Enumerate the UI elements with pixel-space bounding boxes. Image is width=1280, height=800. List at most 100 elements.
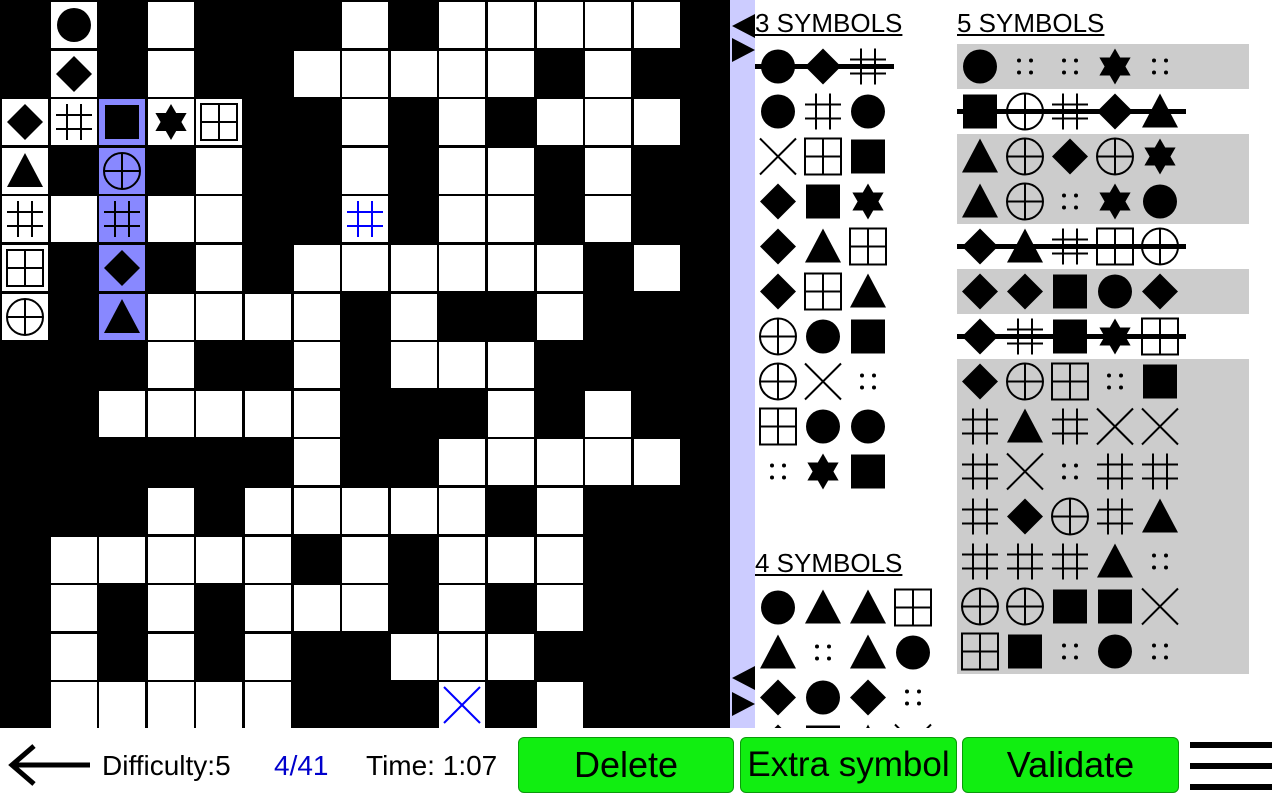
- word-entry[interactable]: [755, 404, 894, 449]
- board-cell[interactable]: [292, 389, 341, 438]
- board-cell[interactable]: [292, 244, 341, 292]
- board-cell[interactable]: [535, 292, 584, 341]
- board-cell[interactable]: [341, 146, 390, 195]
- board-cell[interactable]: [632, 244, 681, 292]
- word-entry[interactable]: [957, 89, 1186, 134]
- board-cell[interactable]: [438, 98, 487, 147]
- board-cell[interactable]: [389, 632, 438, 681]
- word-entry[interactable]: [957, 449, 1249, 494]
- board-cell[interactable]: [487, 244, 535, 292]
- board-cell[interactable]: [389, 487, 438, 535]
- board-cell[interactable]: [389, 244, 438, 292]
- board-cell[interactable]: [292, 341, 341, 390]
- board-cell[interactable]: [438, 535, 487, 584]
- extra-symbol-button[interactable]: Extra symbol: [740, 737, 957, 793]
- board-cell[interactable]: [146, 49, 195, 98]
- board-cell[interactable]: [341, 487, 390, 535]
- board-cell[interactable]: [535, 98, 584, 147]
- board-cell[interactable]: [98, 389, 147, 438]
- board-cell[interactable]: [195, 244, 244, 292]
- board-cell[interactable]: [1, 146, 49, 195]
- word-entry[interactable]: [957, 44, 1249, 89]
- board-cell[interactable]: [438, 584, 487, 633]
- board-cell[interactable]: [98, 98, 147, 147]
- board-cell[interactable]: [487, 1, 535, 49]
- board-cell[interactable]: [389, 341, 438, 390]
- board-cell[interactable]: [389, 292, 438, 341]
- board-cell[interactable]: [292, 49, 341, 98]
- board-cell[interactable]: [146, 292, 195, 341]
- board-cell[interactable]: [98, 244, 147, 292]
- board-cell[interactable]: [195, 681, 244, 728]
- word-entry[interactable]: [755, 134, 894, 179]
- board-cell[interactable]: [535, 438, 584, 487]
- word-entry[interactable]: [755, 630, 939, 675]
- board-cell[interactable]: [487, 195, 535, 244]
- word-entry[interactable]: [755, 179, 894, 224]
- board-cell[interactable]: [438, 341, 487, 390]
- board-cell[interactable]: [292, 584, 341, 633]
- word-entry[interactable]: [957, 314, 1186, 359]
- board-cell[interactable]: [244, 487, 292, 535]
- board-cell[interactable]: [49, 98, 98, 147]
- board-cell[interactable]: [1, 292, 49, 341]
- board-cell[interactable]: [49, 1, 98, 49]
- board-cell[interactable]: [244, 584, 292, 633]
- board-cell[interactable]: [292, 438, 341, 487]
- board-cell[interactable]: [341, 535, 390, 584]
- board-cell[interactable]: [535, 244, 584, 292]
- board-cell[interactable]: [49, 632, 98, 681]
- board-cell[interactable]: [438, 487, 487, 535]
- board-cell[interactable]: [487, 389, 535, 438]
- word-entry[interactable]: [755, 449, 894, 494]
- word-entry[interactable]: [755, 269, 894, 314]
- board-cell[interactable]: [146, 632, 195, 681]
- board-cell[interactable]: [146, 535, 195, 584]
- back-button[interactable]: [4, 742, 92, 788]
- board-cell[interactable]: [487, 49, 535, 98]
- word-entry[interactable]: [755, 359, 894, 404]
- board-cell[interactable]: [341, 1, 390, 49]
- word-entry[interactable]: [957, 179, 1249, 224]
- word-entry[interactable]: [755, 675, 939, 720]
- board-cell[interactable]: [146, 487, 195, 535]
- board-cell[interactable]: [438, 244, 487, 292]
- board-cell[interactable]: [244, 681, 292, 728]
- board-cell[interactable]: [438, 195, 487, 244]
- board-cell[interactable]: [584, 389, 633, 438]
- scroll-divider[interactable]: [730, 0, 755, 728]
- board-cell[interactable]: [341, 584, 390, 633]
- board-cell[interactable]: [438, 1, 487, 49]
- board-cell[interactable]: [195, 292, 244, 341]
- board-cell[interactable]: [487, 438, 535, 487]
- board-cell[interactable]: [487, 535, 535, 584]
- board-cell[interactable]: [438, 49, 487, 98]
- word-entry[interactable]: [957, 539, 1249, 584]
- word-entry[interactable]: [957, 269, 1249, 314]
- board-cell[interactable]: [1, 195, 49, 244]
- board-cell[interactable]: [292, 487, 341, 535]
- word-entry[interactable]: [957, 224, 1186, 269]
- board-cell[interactable]: [632, 98, 681, 147]
- board-cell[interactable]: [438, 681, 487, 728]
- board-cell[interactable]: [487, 632, 535, 681]
- board-cell[interactable]: [632, 438, 681, 487]
- board-cell[interactable]: [244, 535, 292, 584]
- board-cell[interactable]: [98, 146, 147, 195]
- board-cell[interactable]: [195, 98, 244, 147]
- board-cell[interactable]: [49, 49, 98, 98]
- word-entry[interactable]: [755, 224, 894, 269]
- word-entry[interactable]: [957, 494, 1249, 539]
- board-cell[interactable]: [584, 146, 633, 195]
- board-cell[interactable]: [49, 584, 98, 633]
- board-cell[interactable]: [244, 632, 292, 681]
- board-cell[interactable]: [487, 146, 535, 195]
- board-cell[interactable]: [195, 195, 244, 244]
- board-cell[interactable]: [244, 389, 292, 438]
- word-entry[interactable]: [957, 629, 1249, 674]
- board-cell[interactable]: [146, 584, 195, 633]
- word-entry[interactable]: [755, 585, 939, 630]
- board-cell[interactable]: [1, 98, 49, 147]
- word-entry[interactable]: [755, 720, 939, 728]
- board-cell[interactable]: [438, 146, 487, 195]
